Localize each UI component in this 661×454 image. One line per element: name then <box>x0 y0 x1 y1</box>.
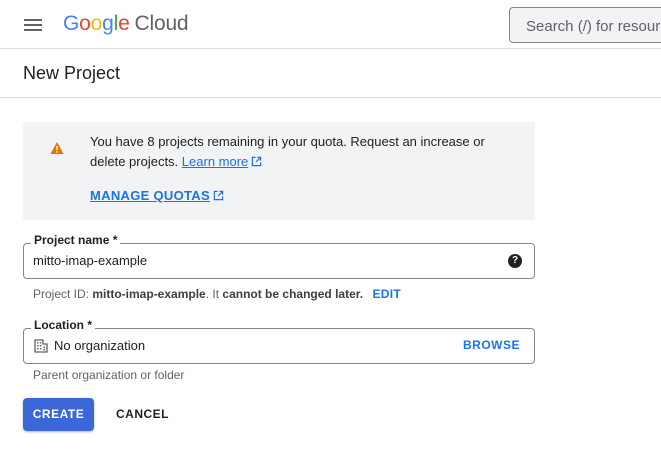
search-placeholder: Search (/) for resources <box>526 18 661 35</box>
cancel-button[interactable]: CANCEL <box>106 398 179 431</box>
search-input[interactable]: Search (/) for resources <box>509 7 661 43</box>
help-icon[interactable]: ? <box>508 254 522 268</box>
location-label: Location * <box>31 318 96 332</box>
project-name-value[interactable]: mitto-imap-example <box>33 253 147 268</box>
location-value: No organization <box>54 338 146 353</box>
google-cloud-logo[interactable]: Google Cloud <box>63 12 189 36</box>
page-header: New Project <box>0 49 661 98</box>
browse-button[interactable]: BROWSE <box>463 338 520 352</box>
project-id-hint: Project ID: mitto-imap-example. It canno… <box>33 287 401 301</box>
menu-icon[interactable] <box>22 16 44 34</box>
external-link-icon <box>213 190 224 201</box>
top-bar: GoogleCloud Search (/) for resources <box>0 0 661 49</box>
external-link-icon <box>252 156 262 167</box>
organization-icon <box>34 339 48 353</box>
project-name-label: Project name * <box>31 233 121 247</box>
edit-project-id-button[interactable]: EDIT <box>372 287 401 301</box>
location-hint: Parent organization or folder <box>33 368 185 382</box>
learn-more-link[interactable]: Learn more <box>182 154 262 169</box>
page-title: New Project <box>23 63 121 83</box>
quota-message: You have 8 projects remaining in your qu… <box>90 134 485 169</box>
location-field[interactable]: Location * No organization BROWSE <box>23 318 535 364</box>
quota-notice: You have 8 projects remaining in your qu… <box>23 122 535 220</box>
manage-quotas-link[interactable]: MANAGE QUOTAS <box>90 188 224 203</box>
warning-icon <box>50 142 64 154</box>
project-name-field[interactable]: Project name * mitto-imap-example ? <box>23 233 535 279</box>
create-button[interactable]: CREATE <box>23 398 94 431</box>
